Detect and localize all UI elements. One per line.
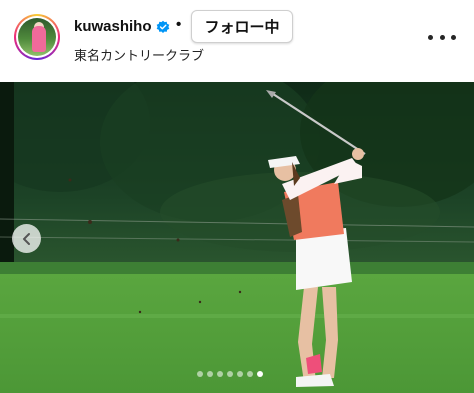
golf-swing-image — [0, 82, 474, 393]
post-photo[interactable] — [0, 82, 474, 393]
post-header: kuwashiho • フォロー中 東名カントリークラブ — [0, 0, 474, 82]
avatar-frame — [16, 16, 58, 58]
avatar-image — [18, 18, 56, 56]
carousel-dot — [217, 371, 223, 377]
carousel-dot — [237, 371, 243, 377]
separator-dot: • — [176, 16, 182, 33]
chevron-left-icon — [22, 232, 30, 245]
carousel-dot — [227, 371, 233, 377]
avatar-figure — [32, 26, 46, 52]
more-dot — [451, 34, 456, 40]
carousel-dot — [207, 371, 213, 377]
more-dot — [439, 34, 445, 40]
carousel-dot — [197, 371, 203, 377]
more-dot — [428, 34, 433, 40]
verified-badge-icon — [156, 20, 170, 33]
carousel-dot — [247, 371, 253, 377]
location-link[interactable]: 東名カントリークラブ — [74, 45, 204, 64]
carousel-prev-button[interactable] — [12, 224, 41, 253]
carousel-indicator — [197, 371, 263, 379]
more-options-icon[interactable] — [428, 30, 456, 44]
following-button[interactable]: フォロー中 — [191, 10, 293, 43]
username-link[interactable]: kuwashiho — [74, 18, 152, 35]
carousel-dot — [257, 371, 263, 377]
profile-avatar[interactable] — [14, 14, 60, 60]
